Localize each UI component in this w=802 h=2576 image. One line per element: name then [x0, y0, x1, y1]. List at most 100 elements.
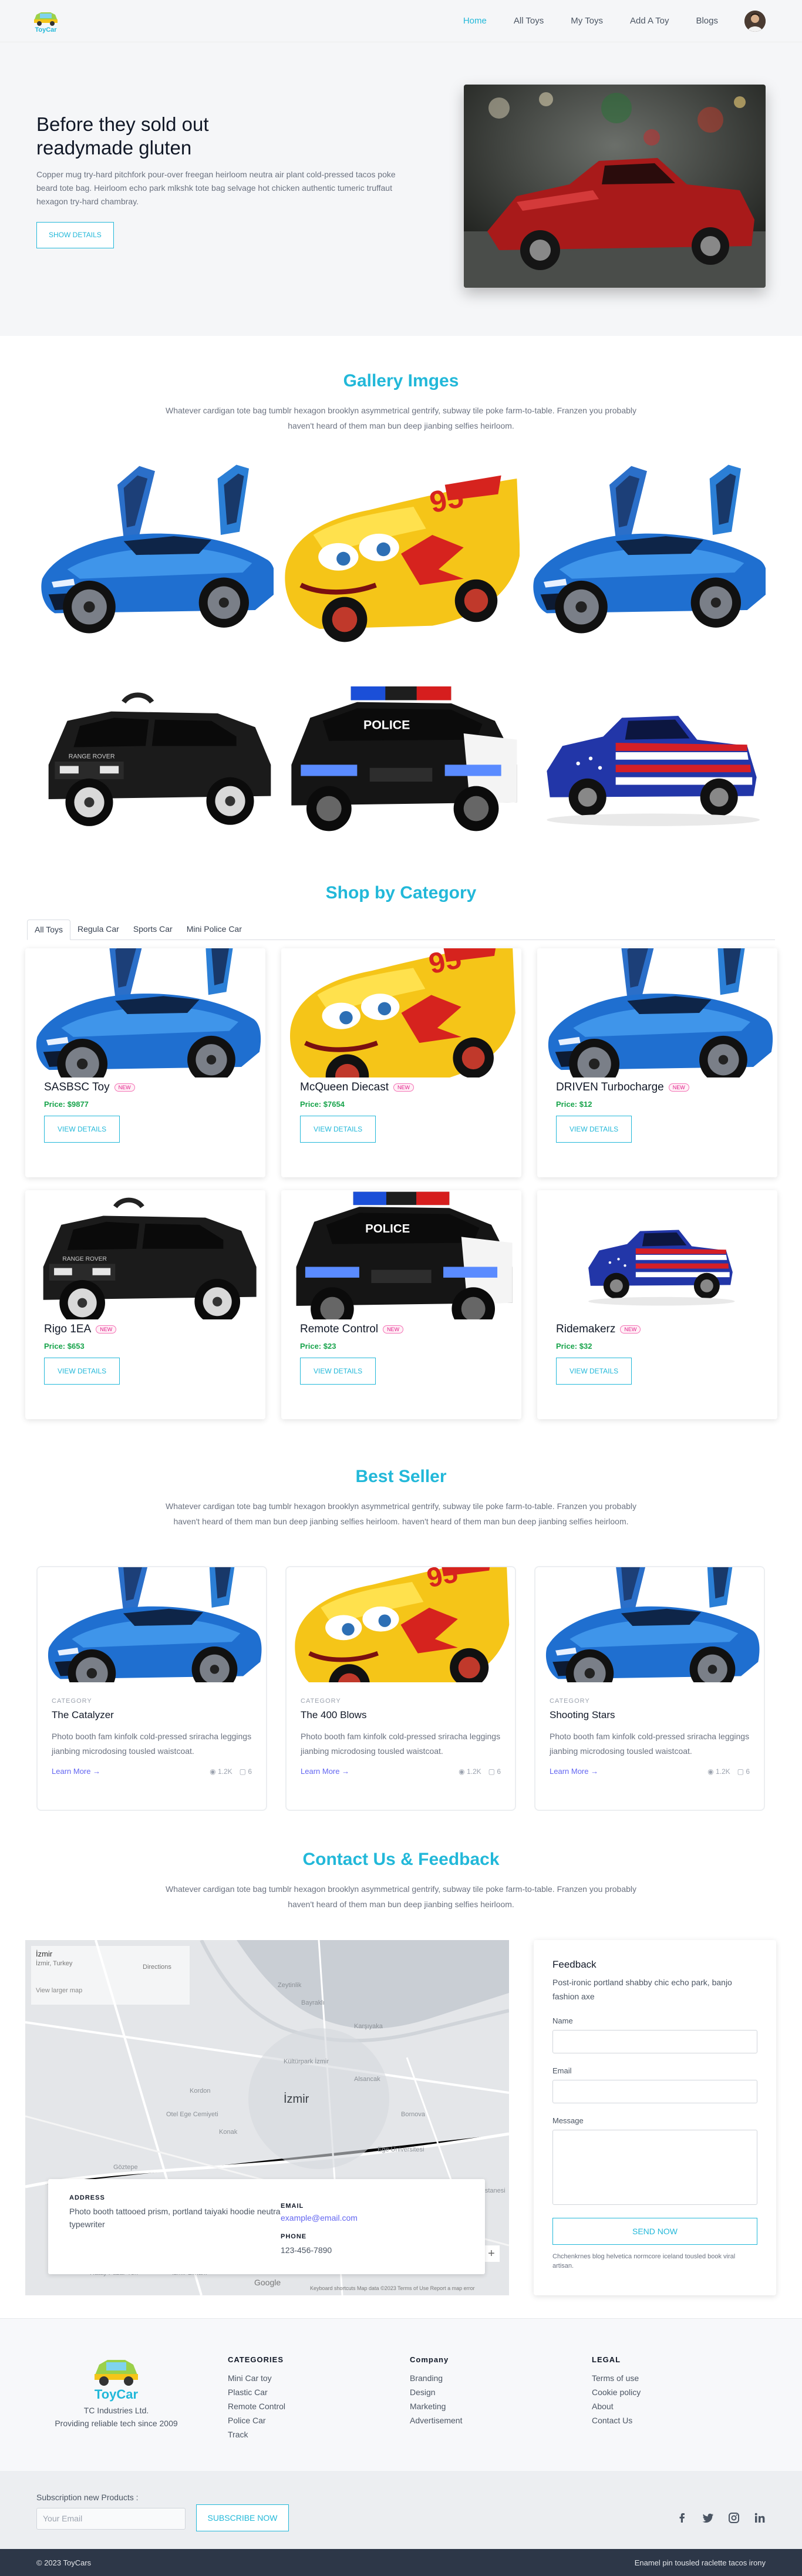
gallery-image[interactable] [282, 460, 520, 648]
arrow-right-icon: → [591, 1767, 599, 1776]
card-title: The 400 Blows [301, 1709, 367, 1720]
footer-link[interactable]: Terms of use [592, 2371, 641, 2385]
best-seller-card: CATEGORY Shooting Stars Photo booth fam … [534, 1566, 765, 1811]
nav-link-add-toy[interactable]: Add A Toy [616, 16, 682, 26]
feedback-title: Feedback [552, 1959, 597, 1970]
message-field[interactable] [552, 2130, 757, 2205]
footer-link[interactable]: Marketing [410, 2399, 462, 2413]
product-grid: SASBSC Toy NEW Price: $9877 VIEW DETAILS … [25, 948, 777, 1419]
avatar[interactable] [744, 10, 766, 32]
nav-link-all-toys[interactable]: All Toys [500, 16, 557, 26]
tab-sports-car[interactable]: Sports Car [126, 920, 180, 940]
map-city-label: İzmir [284, 2093, 309, 2106]
new-badge: NEW [393, 1083, 415, 1092]
tab-mini-police-car[interactable]: Mini Police Car [180, 920, 249, 940]
email-link[interactable]: example@email.com [281, 2213, 358, 2223]
eye-icon: ◉ [707, 1767, 714, 1776]
footer-column-company: Company Branding Design Marketing Advert… [410, 2355, 462, 2427]
card-description: Photo booth fam kinfolk cold-pressed sri… [301, 1732, 501, 1756]
footer-link[interactable]: Branding [410, 2371, 462, 2385]
product-image [537, 948, 777, 1077]
svg-text:Alsancak: Alsancak [354, 2076, 380, 2083]
view-larger-map-link[interactable]: View larger map [36, 1987, 82, 1994]
svg-text:Kültürpark İzmir: Kültürpark İzmir [284, 2058, 329, 2065]
directions-link[interactable]: Directions [143, 1964, 171, 1971]
learn-more-link[interactable]: Learn More → [52, 1767, 100, 1776]
phone-label: PHONE [281, 2233, 307, 2240]
product-image [25, 948, 265, 1077]
footer-link[interactable]: Mini Car toy [228, 2371, 285, 2385]
footer-link[interactable]: About [592, 2399, 641, 2413]
view-details-button[interactable]: VIEW DETAILS [556, 1358, 632, 1385]
svg-text:Kordon: Kordon [190, 2087, 210, 2095]
product-card: SASBSC Toy NEW Price: $9877 VIEW DETAILS [25, 948, 265, 1177]
footer-link[interactable]: Contact Us [592, 2413, 641, 2427]
footer-link[interactable]: Design [410, 2385, 462, 2399]
product-price: Price: $12 [556, 1100, 592, 1109]
learn-more-link[interactable]: Learn More → [301, 1767, 349, 1776]
view-details-button[interactable]: VIEW DETAILS [300, 1358, 376, 1385]
learn-more-link[interactable]: Learn More → [550, 1767, 598, 1776]
view-details-button[interactable]: VIEW DETAILS [556, 1116, 632, 1143]
subscribe-button[interactable]: SUBSCRIBE NOW [196, 2504, 289, 2531]
shop-header: Shop by Category [0, 883, 802, 903]
footer-link[interactable]: Remote Control [228, 2399, 285, 2413]
tab-regula-car[interactable]: Regula Car [70, 920, 126, 940]
twitter-icon[interactable] [702, 2512, 714, 2524]
card-title: The Catalyzer [52, 1709, 114, 1720]
contact-header: Contact Us & Feedback Whatever cardigan … [0, 1850, 802, 1912]
top-navbar: ToyCar Home All Toys My Toys Add A Toy B… [0, 0, 802, 42]
best-seller-image [38, 1567, 266, 1682]
email-label: EMAIL [281, 2203, 304, 2210]
nav-link-blogs[interactable]: Blogs [682, 16, 732, 26]
logo-car-icon [32, 9, 60, 26]
address-text: Photo booth tattooed prism, portland tai… [69, 2207, 281, 2229]
product-card: Rigo 1EA NEW Price: $653 VIEW DETAILS [25, 1190, 265, 1419]
email-field-label: Email [552, 2066, 572, 2075]
footer-link[interactable]: Track [228, 2427, 285, 2442]
contact-description: Whatever cardigan tote bag tumblr hexago… [165, 1884, 637, 1909]
footer-column-legal: LEGAL Terms of use Cookie policy About C… [592, 2355, 641, 2427]
footer-company: TC Industries Ltd. [83, 2406, 149, 2415]
subscribe-label: Subscription new Products : [36, 2493, 139, 2502]
message-label: Message [552, 2116, 584, 2125]
footer-link[interactable]: Police Car [228, 2413, 285, 2427]
gallery-image[interactable] [36, 658, 274, 846]
comments-count: ▢ 6 [239, 1767, 252, 1776]
gallery-image[interactable] [528, 658, 766, 846]
best-seller-grid: CATEGORY The Catalyzer Photo booth fam k… [36, 1566, 766, 1811]
footer-link[interactable]: Advertisement [410, 2413, 462, 2427]
logo[interactable]: ToyCar [29, 9, 62, 33]
product-name: Remote Control [300, 1323, 379, 1335]
view-details-button[interactable]: VIEW DETAILS [44, 1358, 120, 1385]
gallery-image[interactable] [282, 658, 520, 846]
facebook-icon[interactable] [676, 2512, 688, 2524]
view-details-button[interactable]: VIEW DETAILS [44, 1116, 120, 1143]
feedback-note: Chchenkrnes blog helvetica normcore icel… [552, 2253, 736, 2269]
linkedin-icon[interactable] [754, 2512, 766, 2524]
nav-link-my-toys[interactable]: My Toys [557, 16, 616, 26]
footer-link[interactable]: Cookie policy [592, 2385, 641, 2399]
name-label: Name [552, 2016, 573, 2025]
view-details-button[interactable]: VIEW DETAILS [300, 1116, 376, 1143]
footer-logo-icon [34, 2353, 198, 2387]
footer-link[interactable]: Plastic Car [228, 2385, 285, 2399]
map-place-sub: İzmir, Turkey [36, 1960, 73, 1967]
show-details-button[interactable]: SHOW DETAILS [36, 222, 114, 248]
comments-count: ▢ 6 [737, 1767, 750, 1776]
instagram-icon[interactable] [728, 2512, 740, 2524]
svg-text:Konak: Konak [219, 2129, 238, 2136]
name-field[interactable] [552, 2030, 757, 2053]
zoom-in-button[interactable]: + [483, 2245, 500, 2262]
nav-link-home[interactable]: Home [450, 16, 500, 26]
tab-all-toys[interactable]: All Toys [27, 920, 70, 940]
subscribe-email-input[interactable]: Your Email [36, 2508, 186, 2530]
gallery-image[interactable] [528, 460, 766, 648]
card-description: Photo booth fam kinfolk cold-pressed sri… [52, 1732, 252, 1756]
social-links [676, 2512, 766, 2524]
email-field[interactable] [552, 2080, 757, 2103]
views-count: ◉ 1.2K [459, 1767, 481, 1776]
contact-title: Contact Us & Feedback [302, 1850, 500, 1869]
send-now-button[interactable]: SEND NOW [552, 2218, 757, 2245]
gallery-image[interactable] [36, 460, 274, 648]
